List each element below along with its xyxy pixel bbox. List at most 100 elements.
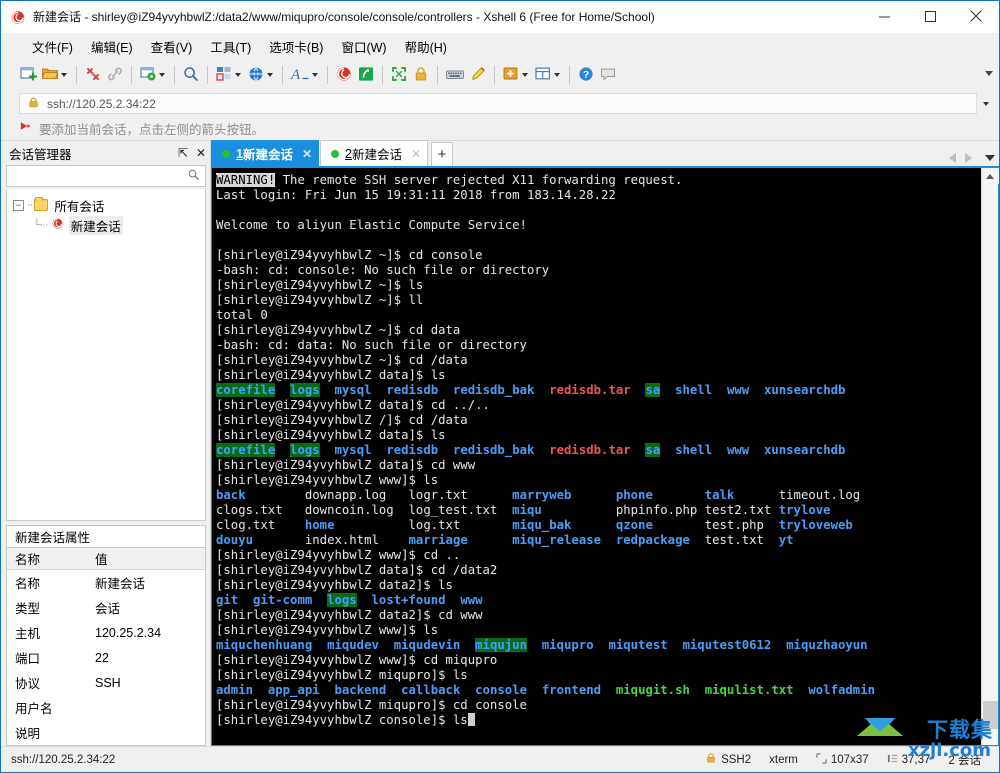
add-tool-button[interactable]: [500, 62, 532, 88]
tab-session-1[interactable]: 1 新建会话 ✕: [211, 140, 320, 166]
tab-next-icon[interactable]: [965, 153, 972, 163]
terminal-line: clogs.txt downcoin.log log_test.txt miqu…: [216, 503, 981, 518]
terminal-span: [460, 518, 512, 532]
table-row[interactable]: 协议 SSH: [7, 670, 205, 695]
pin-panel-button[interactable]: ⇱: [174, 144, 192, 162]
help-button[interactable]: ?: [575, 62, 597, 88]
close-icon[interactable]: ✕: [302, 147, 312, 161]
fullscreen-button[interactable]: [388, 62, 410, 88]
lock-button[interactable]: [410, 62, 432, 88]
menu-window[interactable]: 窗口(W): [332, 34, 395, 59]
menu-tabs[interactable]: 选项卡(B): [260, 34, 332, 59]
table-row[interactable]: 类型 会话: [7, 595, 205, 620]
tab-navigation: [949, 153, 995, 163]
xshell-icon: [335, 65, 353, 86]
terminal-span: [653, 518, 705, 532]
tree-node-all-sessions[interactable]: − ·· 所有会话: [7, 195, 205, 215]
red-arrow-icon: [19, 120, 32, 136]
terminal-span: redpackage: [615, 533, 690, 547]
table-row[interactable]: 用户名: [7, 695, 205, 720]
new-session-button[interactable]: [17, 62, 39, 88]
terminal-span: index.html: [304, 533, 379, 547]
terminal-span: talk: [704, 488, 735, 502]
expander-icon[interactable]: −: [13, 199, 24, 211]
terminal-span: [253, 683, 268, 697]
toolbar-separator: [437, 66, 438, 84]
table-row[interactable]: 说明: [7, 720, 205, 745]
terminal-output[interactable]: WARNING! The remote SSH server rejected …: [212, 168, 981, 745]
address-dropdown-button[interactable]: [977, 93, 995, 114]
menu-edit[interactable]: 编辑(E): [82, 34, 142, 59]
close-button[interactable]: [953, 1, 999, 32]
window-controls: [861, 1, 999, 33]
address-input[interactable]: ssh://120.25.2.34:22: [19, 93, 977, 114]
terminal-span: [460, 683, 475, 697]
highlight-button[interactable]: [467, 62, 489, 88]
terminal-span: [468, 533, 512, 547]
terminal-span: redisdb: [386, 383, 439, 397]
status-protocol: SSH2: [705, 752, 751, 767]
tab-label: 新建会话: [242, 148, 293, 162]
scroll-up-button[interactable]: [981, 168, 999, 184]
folder-open-icon: [41, 65, 59, 86]
keyboard-button[interactable]: [443, 62, 467, 88]
toolbar-overflow-chevron-icon[interactable]: [985, 71, 993, 76]
close-icon[interactable]: ✕: [411, 147, 421, 161]
session-tree[interactable]: − ·· 所有会话 └··· 新建会话: [6, 189, 206, 521]
table-row[interactable]: 主机 120.25.2.34: [7, 620, 205, 645]
font-button[interactable]: A: [288, 62, 322, 88]
terminal-line: total 0: [216, 308, 981, 323]
terminal-line: [shirley@iZ94yvyhbwlZ www]$ ls: [216, 473, 981, 488]
terminal-span: miqudev: [327, 638, 379, 652]
find-button[interactable]: [180, 62, 202, 88]
new-tab-button[interactable]: +: [431, 142, 454, 166]
fullscreen-icon: [390, 65, 408, 86]
session-properties-button[interactable]: [137, 62, 169, 88]
chat-button[interactable]: [597, 62, 619, 88]
terminal-span: downapp.log: [304, 488, 387, 502]
tab-list-chevron-down-icon[interactable]: [985, 155, 995, 161]
terminal-scrollbar[interactable]: [981, 168, 999, 745]
menu-tools[interactable]: 工具(T): [201, 34, 260, 59]
layout-button[interactable]: [213, 62, 245, 88]
terminal-span: [shirley@iZ94yvyhbwlZ miqupro]$ ls: [216, 668, 468, 682]
reconnect-button[interactable]: [104, 62, 126, 88]
prop-name: 类型: [15, 602, 41, 616]
terminal-span: -bash: cd: console: No such file or dire…: [216, 263, 550, 277]
menu-help[interactable]: 帮助(H): [396, 34, 456, 59]
terminal-line: [shirley@iZ94yvyhbwlZ www]$ cd ..: [216, 548, 981, 563]
tab-prev-icon[interactable]: [949, 153, 956, 163]
tree-node-new-session[interactable]: └··· 新建会话: [7, 215, 205, 235]
terminal-span: [771, 638, 786, 652]
maximize-button[interactable]: [907, 1, 953, 32]
terminal-span: logs: [290, 443, 320, 457]
terminal-span: timeout.log: [778, 488, 861, 502]
tab-session-2[interactable]: 2 新建会话 ✕: [320, 140, 429, 166]
open-session-button[interactable]: [39, 62, 71, 88]
table-row[interactable]: 端口 22: [7, 645, 205, 670]
table-row[interactable]: 名称 新建会话: [7, 570, 205, 595]
disconnect-button[interactable]: [82, 62, 104, 88]
scrollbar-thumb[interactable]: [982, 701, 998, 729]
minimize-button[interactable]: [861, 1, 907, 32]
web-button[interactable]: [245, 62, 277, 88]
terminal-span: [shirley@iZ94yvyhbwlZ www]$ cd ..: [216, 548, 461, 562]
status-term-type: xterm: [769, 753, 798, 766]
prop-name: 协议: [15, 677, 41, 691]
split-view-button[interactable]: [532, 62, 564, 88]
xshell-button[interactable]: [333, 62, 355, 88]
menu-file[interactable]: 文件(F): [23, 34, 82, 59]
lock-icon: [705, 752, 717, 767]
terminal-line: [shirley@iZ94yvyhbwlZ ~]$ cd console: [216, 248, 981, 263]
close-panel-button[interactable]: ✕: [192, 144, 210, 162]
xftp-button[interactable]: [355, 62, 377, 88]
session-search-input[interactable]: [6, 165, 206, 187]
terminal-span: shell: [675, 443, 713, 457]
terminal-span: [468, 488, 512, 502]
properties-col-value: 值: [95, 553, 108, 567]
scrollbar-track[interactable]: [982, 184, 999, 745]
terminal-span: [shirley@iZ94yvyhbwlZ data2]$ ls: [216, 578, 453, 592]
terminal-span: [601, 683, 616, 697]
terminal-span: [275, 518, 305, 532]
menu-view[interactable]: 查看(V): [142, 34, 202, 59]
